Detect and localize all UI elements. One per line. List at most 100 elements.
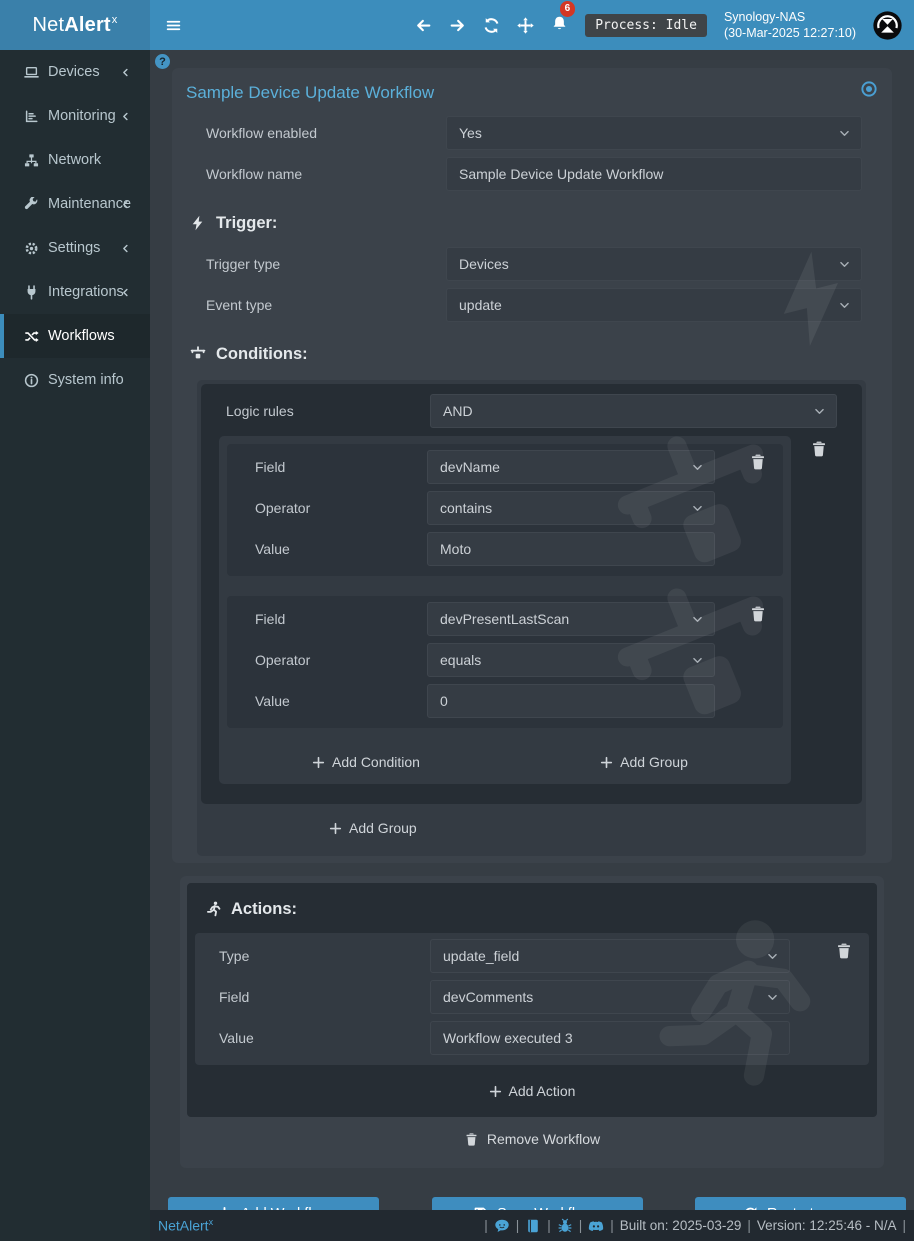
refresh-icon[interactable] [483,17,500,34]
event-type-select[interactable]: update [446,288,862,322]
discord-icon[interactable] [588,1218,604,1234]
footer-version: Version: 12:25:46 - N/A [757,1218,897,1233]
action-type-select[interactable]: update_field [430,939,790,973]
sitemap-icon [24,153,39,168]
sidebar-item-monitoring[interactable]: Monitoring [0,94,150,138]
outer-add-group-label: Add Group [349,820,417,836]
host-timestamp: (30-Mar-2025 12:27:10) [724,25,856,41]
sidebar-item-devices[interactable]: Devices [0,50,150,94]
trigger-type-label: Trigger type [206,256,446,272]
select-value: AND [443,403,473,419]
conditions-heading-text: Conditions: [216,345,308,364]
separator: | [547,1218,551,1233]
action-field-select[interactable]: devComments [430,980,790,1014]
group-trash-column [791,436,846,458]
select-value: update [459,297,502,313]
notifications-bell[interactable]: 6 [551,15,568,35]
sidebar-item-network[interactable]: Network [0,138,150,182]
delete-condition-icon[interactable] [749,605,767,623]
sidebar-item-maintenance[interactable]: Maintenance [0,182,150,226]
sidebar-item-settings[interactable]: Settings [0,226,150,270]
select-value: update_field [443,948,519,964]
field-label: Field [219,989,430,1005]
add-action-button[interactable]: Add Action [489,1083,576,1099]
event-type-row: Event type update [186,288,878,322]
condition-operator-row: Operator equals [237,643,775,677]
nav-back-icon[interactable] [415,17,432,34]
logic-rules-row: Logic rules AND [217,394,846,428]
bolt-icon [190,215,206,231]
outer-add-group-row: Add Group [201,804,862,852]
condition-operator-row: Operator contains [237,491,775,525]
restart-server-button[interactable]: Restart server [695,1197,906,1210]
condition-field-select[interactable]: devName [427,450,715,484]
sidebar-item-integrations[interactable]: Integrations [0,270,150,314]
condition-value-input[interactable] [427,684,715,718]
delete-group-icon[interactable] [810,440,828,458]
condition-field-select[interactable]: devPresentLastScan [427,602,715,636]
condition-value-input[interactable] [427,532,715,566]
footer-brand-link[interactable]: NetAlertx [158,1217,213,1234]
plus-icon [489,1085,502,1098]
delete-condition-icon[interactable] [749,453,767,471]
condition-item: Field devPresentLastScan Operator [227,596,783,728]
workflow-title-row: Sample Device Update Workflow [186,80,878,106]
hamburger-icon [165,17,182,34]
sidebar-item-label: Network [48,152,101,168]
separator: | [516,1218,520,1233]
add-condition-button[interactable]: Add Condition [312,748,420,776]
chevron-down-icon [766,991,779,1004]
actions-card: Actions: Type update_field Field [180,876,884,1168]
type-label: Type [219,948,430,964]
action-value-input[interactable] [430,1021,790,1055]
footer: NetAlertx | | | | | Built on: 2025-03-29… [150,1210,914,1241]
add-group-button[interactable]: Add Group [600,748,688,776]
laptop-icon [24,65,39,80]
user-avatar[interactable] [873,11,902,40]
sidebar-item-label: Maintenance [48,196,131,212]
top-nav-right: 6 Process: Idle Synology-NAS (30-Mar-202… [415,9,914,41]
add-workflow-button[interactable]: Add Workflow [168,1197,379,1210]
separator: | [747,1218,751,1233]
separator: | [579,1218,583,1233]
condition-value-row: Value [237,532,775,566]
condition-buttons-row: Add Condition Add Group [227,748,783,776]
select-value: Yes [459,125,482,141]
help-icon[interactable]: ? [155,54,170,69]
workflow-name-input[interactable] [446,157,862,191]
separator: | [610,1218,614,1233]
remove-workflow-button[interactable]: Remove Workflow [187,1117,877,1161]
operator-label: Operator [255,500,427,516]
chevron-left-icon [120,111,131,122]
book-icon[interactable] [525,1218,541,1234]
sidebar-item-label: System info [48,372,124,388]
move-arrows-icon[interactable] [517,17,534,34]
person-running-icon [205,901,221,917]
sidebar-item-label: Settings [48,240,100,256]
outer-add-group-button[interactable]: Add Group [329,820,417,836]
chevron-down-icon [691,461,704,474]
sidebar-item-system-info[interactable]: System info [0,358,150,402]
trigger-type-select[interactable]: Devices [446,247,862,281]
delete-action-icon[interactable] [835,942,853,960]
save-workflows-button[interactable]: Save Workflows [432,1197,643,1210]
sidebar-item-label: Devices [48,64,100,80]
condition-operator-select[interactable]: contains [427,491,715,525]
sidebar-item-workflows[interactable]: Workflows [0,314,150,358]
chevron-down-icon [691,613,704,626]
logic-rules-select[interactable]: AND [430,394,837,428]
condition-operator-select[interactable]: equals [427,643,715,677]
nav-forward-icon[interactable] [449,17,466,34]
condition-field-row: Field devPresentLastScan [237,602,775,636]
dot-circle-icon[interactable] [860,80,878,98]
workflow-enabled-select[interactable]: Yes [446,116,862,150]
trash-icon [464,1132,479,1147]
brand-logo[interactable]: NetAlertx [0,0,150,50]
comment-icon[interactable] [494,1218,510,1234]
event-type-label: Event type [206,297,446,313]
select-value: equals [440,652,481,668]
action-item: Type update_field Field devComments [195,933,869,1065]
bug-icon[interactable] [557,1218,573,1234]
sidebar-toggle-button[interactable] [165,17,182,34]
sidebar-item-label: Workflows [48,328,115,344]
